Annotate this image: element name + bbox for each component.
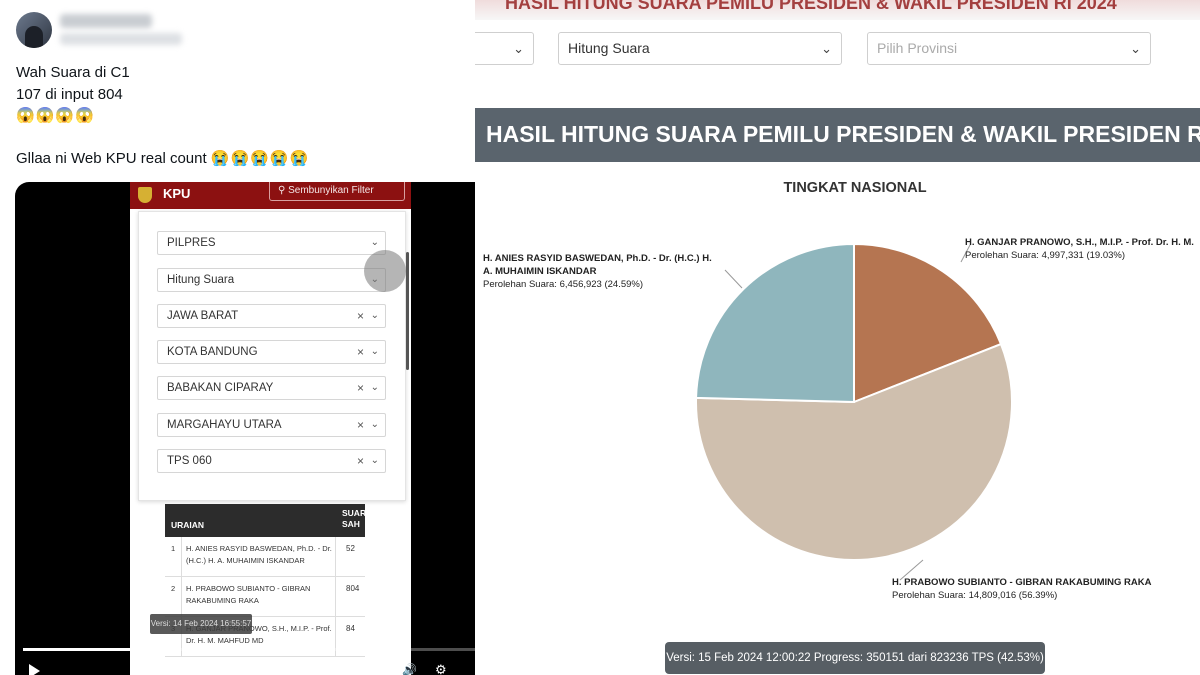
- versi-tooltip: Versi: 14 Feb 2024 16:55:57: [150, 614, 252, 634]
- filter-select[interactable]: PILPRES ⌄: [157, 231, 386, 255]
- table-row: 2 H. PRABOWO SUBIANTO - GIBRAN RAKABUMIN…: [165, 577, 365, 617]
- avatar[interactable]: [16, 12, 52, 48]
- kpu-logo-icon: [138, 187, 152, 203]
- table-header: URAIAN SUARA SAH: [165, 504, 372, 537]
- play-icon[interactable]: [29, 664, 40, 675]
- touch-indicator: [364, 250, 406, 292]
- video-progress-fill: [23, 648, 155, 651]
- result-table: URAIAN SUARA SAH 1 H. ANIES RASYID BASWE…: [165, 504, 372, 657]
- label-anies: H. ANIES RASYID BASWEDAN, Ph.D. - Dr. (H…: [483, 253, 712, 290]
- tweet-emoji: 😱😱😱😱: [16, 107, 95, 124]
- volume-icon[interactable]: 🔊: [402, 663, 417, 675]
- tweet-panel: Wah Suara di C1 107 di input 804 😱😱😱😱 Gl…: [0, 0, 475, 675]
- table-row: 1 H. ANIES RASYID BASWEDAN, Ph.D. - Dr. …: [165, 537, 365, 577]
- tweet-line: Gllaa ni Web KPU real count 😭😭😭😭😭: [16, 149, 310, 167]
- tweet-line: Wah Suara di C1: [16, 64, 130, 81]
- video-progress-bar[interactable]: [23, 648, 475, 651]
- col-uraian: URAIAN: [171, 520, 205, 530]
- label-prabowo: H. PRABOWO SUBIANTO - GIBRAN RAKABUMING …: [892, 577, 1152, 601]
- blurred-handle[interactable]: [60, 33, 182, 45]
- tweet-line: 107 di input 804: [16, 85, 123, 103]
- filter-select[interactable]: KOTA BANDUNG × ⌄: [157, 340, 386, 364]
- hide-filter-button[interactable]: ⚲ Sembunyikan Filter: [269, 182, 405, 201]
- scrollbar[interactable]: [406, 252, 409, 370]
- kpu-app-header: KPU ⚲ Sembunyikan Filter: [130, 182, 411, 209]
- tweet-text: Wah Suara di C1 107 di input 804 😱😱😱😱 Gl…: [16, 62, 309, 169]
- col-suara-sah: SUARA SAH: [342, 508, 372, 529]
- pie-chart: [695, 242, 1013, 581]
- filter-select[interactable]: TPS 060 × ⌄: [157, 449, 386, 473]
- video-time: 0:13 / 0:45: [323, 665, 380, 675]
- gear-icon[interactable]: ⚙: [435, 662, 447, 675]
- version-progress-bar: Versi: 15 Feb 2024 12:00:22 Progress: 35…: [665, 642, 1045, 674]
- filter-select[interactable]: Hitung Suara⌄: [157, 268, 386, 292]
- kpu-logo-text: KPU: [163, 186, 191, 201]
- video-player[interactable]: KPU ⚲ Sembunyikan Filter PILPRES ⌄ Hitung…: [15, 182, 475, 675]
- filter-select[interactable]: BABAKAN CIPARAY × ⌄: [157, 376, 386, 400]
- filter-select[interactable]: JAWA BARAT × ⌄: [157, 304, 386, 328]
- kpu-results-panel: HASIL HITUNG SUARA PEMILU PRESIDEN & WAK…: [475, 0, 1200, 675]
- label-ganjar: H. GANJAR PRANOWO, S.H., M.I.P. - Prof. …: [965, 237, 1194, 261]
- leader-anies: [724, 269, 743, 289]
- filter-select[interactable]: MARGAHAYU UTARA × ⌄: [157, 413, 386, 437]
- screen-recording: KPU ⚲ Sembunyikan Filter PILPRES ⌄ Hitung…: [130, 182, 411, 675]
- filter-panel: PILPRES⌄ Hitung Suara⌄ JAWA BARAT×⌄ KOTA…: [138, 211, 406, 501]
- blurred-username[interactable]: [60, 14, 152, 28]
